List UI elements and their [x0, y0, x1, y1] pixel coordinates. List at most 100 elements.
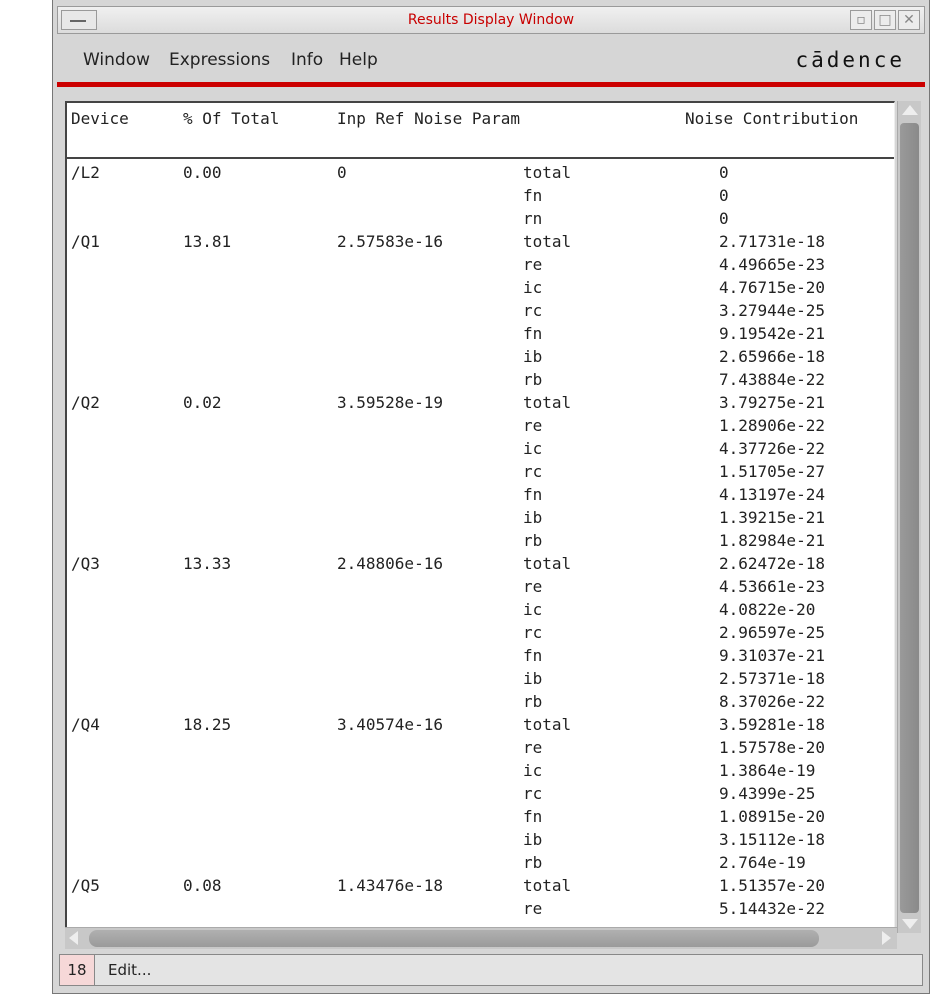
status-count: 18 [60, 955, 95, 985]
cell-percent-total: 0.00 [183, 163, 222, 182]
cell-noise-contribution: 4.53661e-23 [719, 577, 825, 596]
cell-noise-contribution: 3.59281e-18 [719, 715, 825, 734]
table-row: ib 2.57371e-18 [67, 667, 894, 690]
menu-help[interactable]: Help [339, 50, 378, 70]
cell-inp-ref-noise: 2.57583e-16 [337, 232, 443, 251]
table-row: ic 4.37726e-22 [67, 437, 894, 460]
cell-noise-contribution: 2.57371e-18 [719, 669, 825, 688]
cell-device: /Q3 [71, 554, 100, 573]
close-button[interactable]: ✕ [898, 10, 920, 30]
table-row: /Q5 0.08 1.43476e-18 total 1.51357e-20 [67, 874, 894, 897]
cell-param: ic [523, 761, 543, 780]
table-row: ib 2.65966e-18 [67, 345, 894, 368]
cell-device: /L2 [71, 163, 100, 182]
horizontal-scrollbar[interactable] [65, 927, 897, 949]
cell-inp-ref-noise: 1.43476e-18 [337, 876, 443, 895]
vertical-scroll-thumb[interactable] [900, 123, 919, 913]
cell-param: fn [523, 324, 543, 343]
horizontal-scroll-thumb[interactable] [89, 930, 819, 947]
cell-param: total [523, 232, 572, 251]
cell-noise-contribution: 4.0822e-20 [719, 600, 816, 619]
vertical-scrollbar[interactable] [897, 101, 921, 933]
scroll-down-arrow-icon[interactable] [902, 919, 918, 929]
table-row: rb 8.37026e-22 [67, 690, 894, 713]
scroll-right-arrow-icon[interactable] [882, 931, 891, 945]
cell-param: fn [523, 646, 543, 665]
table-row: ic 4.76715e-20 [67, 276, 894, 299]
cell-device: /Q4 [71, 715, 100, 734]
table-row: fn 9.31037e-21 [67, 644, 894, 667]
cell-param: rc [523, 784, 543, 803]
menu-window[interactable]: Window [83, 50, 150, 70]
scroll-up-arrow-icon[interactable] [902, 105, 918, 115]
cell-param: ic [523, 600, 543, 619]
cell-noise-contribution: 3.27944e-25 [719, 301, 825, 320]
cell-param: rc [523, 462, 543, 481]
table-row: fn 0 [67, 184, 894, 207]
scroll-left-arrow-icon[interactable] [69, 931, 78, 945]
minimize-button[interactable]: ▫ [850, 10, 872, 30]
cell-percent-total: 0.08 [183, 876, 222, 895]
cell-param: ib [523, 830, 543, 849]
cell-noise-contribution: 4.49665e-23 [719, 255, 825, 274]
cell-inp-ref-noise: 2.48806e-16 [337, 554, 443, 573]
cell-param: rb [523, 853, 543, 872]
cell-noise-contribution: 5.14432e-22 [719, 899, 825, 918]
menu-info[interactable]: Info [291, 50, 323, 70]
cell-param: rb [523, 692, 543, 711]
table-row: rb 2.764e-19 [67, 851, 894, 874]
cell-inp-ref-noise: 3.59528e-19 [337, 393, 443, 412]
cell-noise-contribution: 2.62472e-18 [719, 554, 825, 573]
header-device: Device [71, 109, 129, 128]
cell-noise-contribution: 0 [719, 209, 729, 228]
cell-noise-contribution: 0 [719, 163, 729, 182]
results-text-area[interactable]: Device % Of Total Inp Ref Noise Param No… [65, 101, 895, 933]
table-row: rc 1.51705e-27 [67, 460, 894, 483]
table-row: ic 1.3864e-19 [67, 759, 894, 782]
cell-param: re [523, 416, 543, 435]
table-row: /L2 0.00 0 total 0 [67, 161, 894, 184]
window-title: Results Display Window [407, 12, 575, 28]
cell-noise-contribution: 4.13197e-24 [719, 485, 825, 504]
title-bar[interactable]: Results Display Window ▫ □ ✕ [57, 6, 925, 34]
table-row: ib 3.15112e-18 [67, 828, 894, 851]
status-text: Edit... [108, 961, 152, 979]
cell-noise-contribution: 7.43884e-22 [719, 370, 825, 389]
cell-noise-contribution: 1.39215e-21 [719, 508, 825, 527]
cell-inp-ref-noise: 3.40574e-16 [337, 715, 443, 734]
cell-noise-contribution: 4.37726e-22 [719, 439, 825, 458]
cell-percent-total: 0.02 [183, 393, 222, 412]
cell-noise-contribution: 1.08915e-20 [719, 807, 825, 826]
cell-noise-contribution: 8.37026e-22 [719, 692, 825, 711]
cell-percent-total: 13.81 [183, 232, 232, 251]
maximize-button[interactable]: □ [874, 10, 896, 30]
cell-noise-contribution: 1.51357e-20 [719, 876, 825, 895]
cell-percent-total: 13.33 [183, 554, 232, 573]
header-divider [67, 157, 894, 159]
table-row: fn 4.13197e-24 [67, 483, 894, 506]
table-row: fn 1.08915e-20 [67, 805, 894, 828]
table-row: re 4.49665e-23 [67, 253, 894, 276]
cell-noise-contribution: 9.4399e-25 [719, 784, 816, 803]
table-row: fn 9.19542e-21 [67, 322, 894, 345]
cell-noise-contribution: 1.3864e-19 [719, 761, 816, 780]
table-row: re 4.53661e-23 [67, 575, 894, 598]
cell-device: /Q2 [71, 393, 100, 412]
header-inp-ref-noise: Inp Ref Noise Param [337, 109, 521, 128]
cadence-logo: cādence [795, 48, 905, 72]
cell-noise-contribution: 1.57578e-20 [719, 738, 825, 757]
cell-noise-contribution: 4.76715e-20 [719, 278, 825, 297]
cell-param: rc [523, 623, 543, 642]
cell-noise-contribution: 2.96597e-25 [719, 623, 825, 642]
table-row: re 1.57578e-20 [67, 736, 894, 759]
table-header: Device % Of Total Inp Ref Noise Param No… [67, 103, 894, 155]
menu-expressions[interactable]: Expressions [169, 50, 270, 70]
cell-param: total [523, 163, 572, 182]
cell-device: /Q1 [71, 232, 100, 251]
cell-noise-contribution: 0 [719, 186, 729, 205]
cell-noise-contribution: 2.764e-19 [719, 853, 806, 872]
table-row: /Q4 18.25 3.40574e-16 total 3.59281e-18 [67, 713, 894, 736]
menu-bar: Window Expressions Info Help cādence [57, 36, 925, 82]
cell-noise-contribution: 2.65966e-18 [719, 347, 825, 366]
table-row: re 5.14432e-22 [67, 897, 894, 920]
